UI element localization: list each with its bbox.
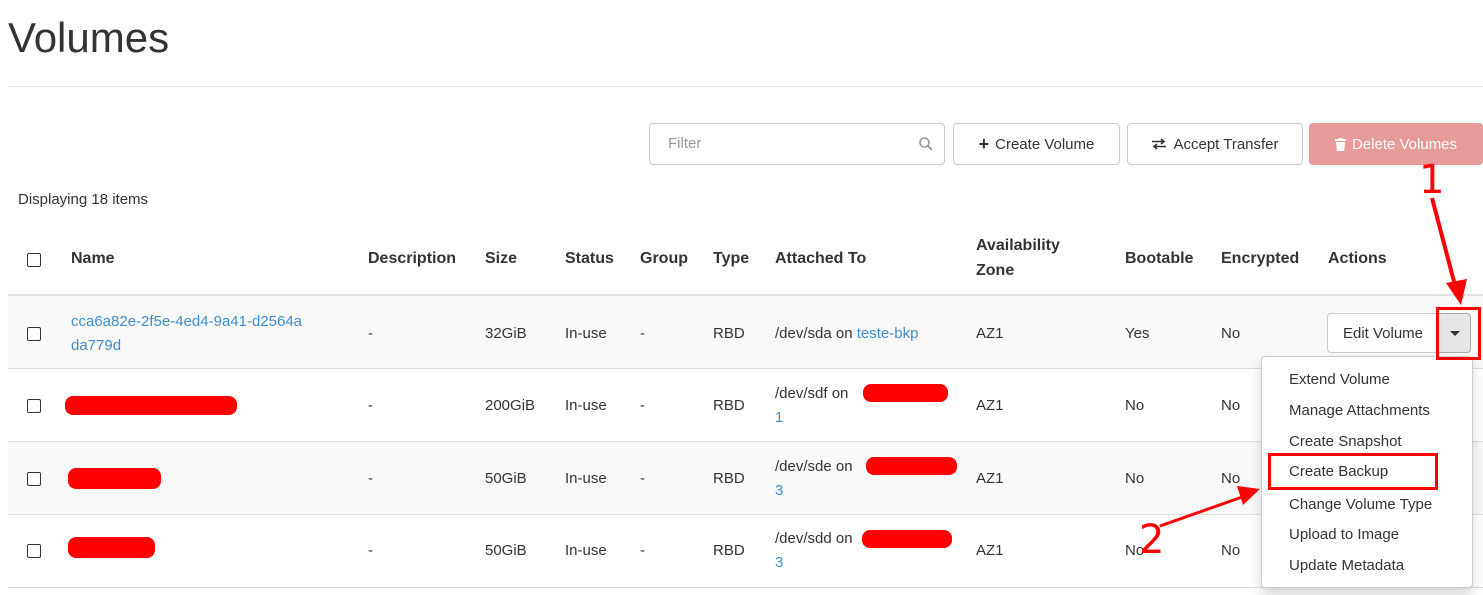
header-size[interactable]: Size <box>485 250 517 268</box>
create-volume-button[interactable]: + Create Volume <box>953 123 1120 165</box>
edit-volume-button[interactable]: Edit Volume <box>1327 313 1439 353</box>
search-icon[interactable] <box>918 136 934 152</box>
cell-attached-to: /dev/sdd on 3 <box>775 527 853 575</box>
cell-attached-to: /dev/sda on teste-bkp <box>775 322 918 346</box>
attached-device: /dev/sdf on <box>775 385 849 402</box>
header-availability-zone-line1: Availability <box>976 237 1060 254</box>
cell-group: - <box>640 470 645 487</box>
header-actions: Actions <box>1328 250 1387 267</box>
cell-zone: AZ1 <box>976 325 1004 342</box>
cell-description: - <box>368 470 373 487</box>
cell-zone: AZ1 <box>976 470 1004 487</box>
annotation-highlight-toggle <box>1436 307 1481 360</box>
header-name[interactable]: Name <box>71 250 115 268</box>
cell-group: - <box>640 325 645 342</box>
volume-name-line1: cca6a82e-2f5e-4ed4-9a41-d2564a <box>71 313 303 330</box>
header-group[interactable]: Group <box>640 250 688 268</box>
cell-attached-to: /dev/sde on 3 <box>775 455 853 503</box>
cell-size: 50GiB <box>485 470 527 487</box>
redaction-mark <box>863 384 948 402</box>
cell-type: RBD <box>713 325 745 342</box>
cell-encrypted: No <box>1221 542 1241 559</box>
attached-device: /dev/sdd on <box>775 530 853 547</box>
cell-status: In-use <box>565 470 607 487</box>
cell-group: - <box>640 397 645 414</box>
redaction-mark <box>65 396 237 415</box>
cell-status: In-use <box>565 325 607 342</box>
attached-device: /dev/sda on <box>775 325 853 342</box>
cell-encrypted: No <box>1221 470 1241 487</box>
cell-bootable: No <box>1125 397 1145 414</box>
header-bootable[interactable]: Bootable <box>1125 250 1193 268</box>
filter-field[interactable] <box>649 123 945 165</box>
menu-item-upload-to-image[interactable]: Upload to Image <box>1289 526 1399 543</box>
cell-description: - <box>368 397 373 414</box>
cell-bootable: No <box>1125 470 1145 487</box>
row-checkbox[interactable] <box>27 472 41 486</box>
cell-status: In-use <box>565 542 607 559</box>
select-all-checkbox[interactable] <box>27 253 41 267</box>
cell-attached-to: /dev/sdf on 1 <box>775 382 848 430</box>
cell-size: 32GiB <box>485 325 527 342</box>
header-attached-to[interactable]: Attached To <box>775 250 866 268</box>
cell-size: 200GiB <box>485 397 536 414</box>
volume-name-link[interactable]: cca6a82e-2f5e-4ed4-9a41-d2564a da779d <box>71 310 302 358</box>
menu-item-extend-volume[interactable]: Extend Volume <box>1289 371 1390 388</box>
cell-zone: AZ1 <box>976 397 1004 414</box>
cell-zone: AZ1 <box>976 542 1004 559</box>
cell-description: - <box>368 542 373 559</box>
cell-encrypted: No <box>1221 397 1241 414</box>
menu-item-manage-attachments[interactable]: Manage Attachments <box>1289 402 1430 419</box>
redaction-mark <box>862 530 952 548</box>
header-availability-zone-line2: Zone <box>976 262 1015 279</box>
row-checkbox[interactable] <box>27 399 41 413</box>
attached-instance-link[interactable]: 1 <box>775 406 848 430</box>
annotation-label-1: 1 <box>1419 157 1445 203</box>
cell-status: In-use <box>565 397 607 414</box>
transfer-icon <box>1152 138 1167 150</box>
row-checkbox[interactable] <box>27 544 41 558</box>
create-volume-label: Create Volume <box>995 135 1095 153</box>
row-checkbox[interactable] <box>27 327 41 341</box>
menu-item-change-volume-type[interactable]: Change Volume Type <box>1289 496 1432 513</box>
delete-volumes-button[interactable]: Delete Volumes <box>1309 123 1483 165</box>
cell-type: RBD <box>713 470 745 487</box>
cell-type: RBD <box>713 542 745 559</box>
attached-instance-link[interactable]: 3 <box>775 479 853 503</box>
attached-device: /dev/sde on <box>775 458 853 475</box>
plus-icon: + <box>978 134 990 154</box>
menu-item-create-snapshot[interactable]: Create Snapshot <box>1289 433 1402 450</box>
page-title: Volumes <box>8 14 170 61</box>
attached-instance-link[interactable]: 3 <box>775 551 853 575</box>
header-description[interactable]: Description <box>368 250 456 268</box>
redaction-mark <box>866 457 957 475</box>
title-divider <box>8 86 1483 87</box>
attached-instance-link[interactable]: teste-bkp <box>857 325 919 342</box>
cell-bootable: Yes <box>1125 325 1150 342</box>
cell-encrypted: No <box>1221 325 1241 342</box>
annotation-arrow-1 <box>1430 197 1459 294</box>
redaction-mark <box>68 537 155 558</box>
header-status[interactable]: Status <box>565 250 614 268</box>
cell-description: - <box>368 325 373 342</box>
accept-transfer-label: Accept Transfer <box>1173 135 1279 153</box>
filter-input[interactable] <box>666 134 900 153</box>
cell-size: 50GiB <box>485 542 527 559</box>
header-type[interactable]: Type <box>713 250 749 268</box>
redaction-mark <box>68 468 161 489</box>
cell-type: RBD <box>713 397 745 414</box>
annotation-label-2: 2 <box>1139 517 1165 563</box>
header-availability-zone[interactable]: Availability Zone <box>976 237 1060 280</box>
accept-transfer-button[interactable]: Accept Transfer <box>1127 123 1303 165</box>
cell-group: - <box>640 542 645 559</box>
trash-icon <box>1334 137 1346 151</box>
menu-item-update-metadata[interactable]: Update Metadata <box>1289 557 1404 574</box>
annotation-highlight-create-backup <box>1268 453 1438 490</box>
item-count: Displaying 18 items <box>18 191 149 208</box>
header-encrypted[interactable]: Encrypted <box>1221 250 1299 268</box>
volume-name-line2: da779d <box>71 337 122 354</box>
delete-volumes-label: Delete Volumes <box>1351 135 1458 153</box>
